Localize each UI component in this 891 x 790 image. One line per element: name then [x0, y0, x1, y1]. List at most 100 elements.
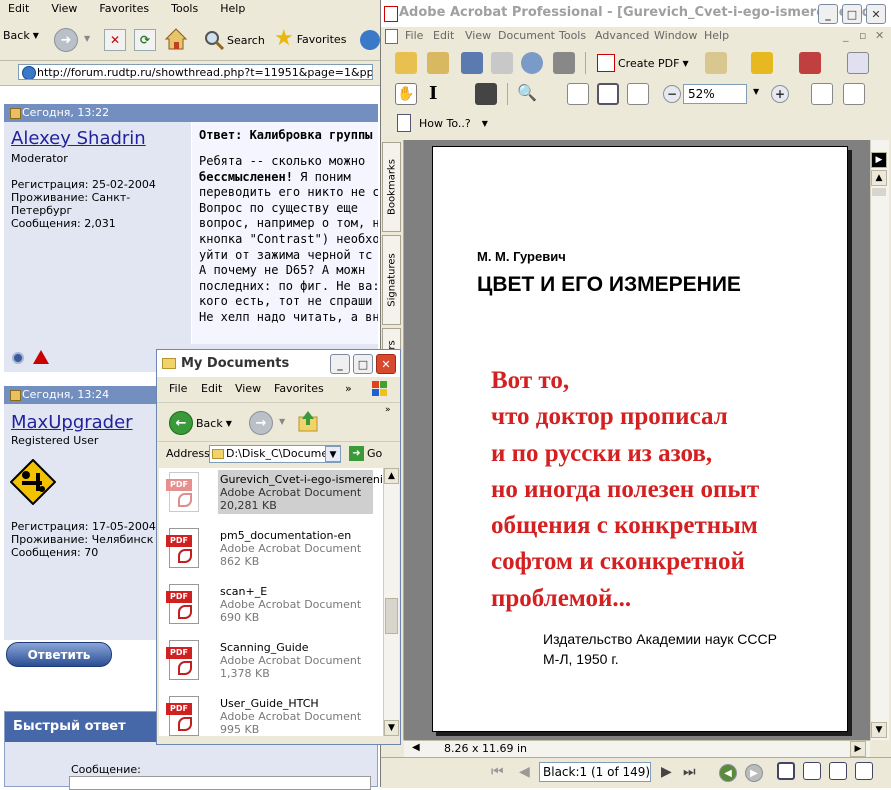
file-list-scrollbar[interactable]: ▲ ▼: [383, 468, 399, 736]
scroll-down-arrow-icon[interactable]: ▼: [384, 720, 399, 736]
back-button[interactable]: ← Back ▼: [169, 411, 232, 435]
message-input[interactable]: [69, 776, 371, 790]
scroll-thumb[interactable]: [385, 598, 398, 634]
home-icon[interactable]: [164, 27, 188, 51]
address-dropdown-icon[interactable]: ▼: [325, 446, 341, 462]
username-link[interactable]: MaxUpgrader: [11, 412, 133, 433]
menu-window[interactable]: Window: [654, 27, 697, 42]
actual-size-icon[interactable]: [567, 83, 589, 105]
bookmarks-tab[interactable]: Bookmarks: [382, 142, 401, 232]
maximize-button[interactable]: □: [353, 354, 373, 374]
zoom-in-button-icon[interactable]: +: [771, 85, 789, 103]
open-folder-icon[interactable]: [395, 52, 417, 74]
menu-advanced[interactable]: Advanced: [595, 27, 649, 42]
forward-arrow-icon[interactable]: →: [249, 411, 273, 435]
previous-page-icon[interactable]: ◀: [519, 764, 530, 780]
menu-tools[interactable]: Tools: [559, 27, 586, 42]
create-pdf-button[interactable]: Create PDF ▼: [597, 54, 689, 72]
print-icon[interactable]: [491, 52, 513, 74]
reply-button[interactable]: Ответить: [6, 642, 112, 667]
save-icon[interactable]: [461, 52, 483, 74]
scroll-right-arrow-icon[interactable]: ▶: [871, 152, 887, 168]
back-button[interactable]: Back ▼: [3, 29, 39, 42]
how-to-button[interactable]: How To..? ▼: [419, 117, 488, 130]
next-page-icon[interactable]: ▶: [661, 764, 672, 780]
first-page-icon[interactable]: ⏮: [491, 764, 504, 780]
maximize-button[interactable]: □: [842, 4, 862, 24]
refresh-icon[interactable]: ⟳: [134, 29, 156, 51]
menu-edit[interactable]: Edit: [201, 378, 222, 395]
menu-file[interactable]: File: [169, 378, 187, 395]
review-icon[interactable]: [705, 52, 727, 74]
binoculars-icon[interactable]: [553, 52, 575, 74]
mdi-restore-icon[interactable]: ▫: [859, 29, 866, 42]
zoom-input[interactable]: 52%: [683, 84, 747, 104]
scroll-down-arrow-icon[interactable]: ▼: [871, 722, 887, 738]
minimize-button[interactable]: _: [818, 4, 838, 24]
menu-view[interactable]: View: [465, 27, 491, 42]
dropdown-arrow-icon[interactable]: ▼: [753, 87, 759, 96]
organizer-icon[interactable]: [427, 52, 449, 74]
search-button[interactable]: Search: [204, 30, 265, 50]
minimize-button[interactable]: _: [330, 354, 350, 374]
continuous-icon[interactable]: [803, 762, 821, 780]
email-icon[interactable]: [521, 52, 543, 74]
page-number-input[interactable]: Black:1 (1 of 149): [539, 762, 651, 782]
favorites-button[interactable]: ★ Favorites: [274, 28, 346, 50]
previous-view-icon[interactable]: ◀: [719, 764, 737, 782]
select-object-icon[interactable]: [847, 52, 869, 74]
rotate-left-icon[interactable]: [811, 83, 833, 105]
last-page-icon[interactable]: ⏭: [683, 764, 696, 780]
dropdown-arrow-icon[interactable]: ▼: [84, 34, 90, 43]
scroll-thumb[interactable]: [872, 188, 886, 196]
facing-icon[interactable]: [829, 762, 847, 780]
next-view-icon[interactable]: ▶: [745, 764, 763, 782]
stop-icon[interactable]: ✕: [104, 29, 126, 51]
chevron-more-icon[interactable]: »: [345, 378, 352, 395]
hand-tool-icon[interactable]: ✋: [395, 83, 417, 105]
mdi-minimize-icon[interactable]: _: [843, 29, 849, 42]
file-item[interactable]: PDF User_Guide_HTCH Adobe Acrobat Docume…: [163, 694, 383, 736]
chevron-more-icon[interactable]: »: [385, 405, 391, 415]
close-button[interactable]: ✕: [866, 4, 886, 24]
menu-edit[interactable]: Edit: [0, 0, 29, 15]
menu-favorites[interactable]: Favorites: [91, 0, 149, 15]
menu-document[interactable]: Document: [498, 27, 555, 42]
signatures-tab[interactable]: Signatures: [382, 235, 401, 325]
menu-view[interactable]: View: [235, 378, 261, 395]
report-icon[interactable]: [33, 350, 49, 364]
menu-view[interactable]: View: [43, 0, 77, 15]
document-view[interactable]: М. М. Гуревич ЦВЕТ И ЕГО ИЗМЕРЕНИЕ Вот т…: [404, 140, 870, 740]
username-link[interactable]: Alexey Shadrin: [11, 128, 146, 149]
rotate-right-icon[interactable]: [843, 83, 865, 105]
address-input[interactable]: http://forum.rudtp.ru/showthread.php?t=1…: [18, 64, 373, 80]
media-icon[interactable]: [360, 30, 380, 50]
scroll-right-arrow-icon[interactable]: ▶: [850, 741, 866, 757]
menu-tools[interactable]: Tools: [163, 0, 198, 15]
scroll-up-arrow-icon[interactable]: ▲: [384, 468, 399, 484]
folder-up-icon[interactable]: [297, 409, 319, 433]
file-item[interactable]: PDF Gurevich_Cvet-i-ego-ismerenie Adobe …: [163, 470, 383, 524]
scroll-up-arrow-icon[interactable]: ▲: [871, 170, 887, 186]
file-item[interactable]: PDF scan+_E Adobe Acrobat Document 690 K…: [163, 582, 383, 636]
lock-icon[interactable]: [751, 52, 773, 74]
file-item[interactable]: PDF pm5_documentation-en Adobe Acrobat D…: [163, 526, 383, 580]
menu-edit[interactable]: Edit: [433, 27, 454, 42]
menu-file[interactable]: File: [405, 27, 423, 42]
menu-help[interactable]: Help: [704, 27, 729, 42]
menu-help[interactable]: Help: [212, 0, 245, 15]
single-page-icon[interactable]: [777, 762, 795, 780]
dropdown-arrow-icon[interactable]: ▼: [279, 417, 285, 426]
go-button[interactable]: ➜ Go: [349, 446, 382, 461]
sign-pen-icon[interactable]: [799, 52, 821, 74]
document-vertical-scrollbar[interactable]: ▶ ▲ ▼: [870, 140, 889, 740]
snapshot-icon[interactable]: [475, 83, 497, 105]
menu-favorites[interactable]: Favorites: [274, 378, 324, 395]
text-select-icon[interactable]: I: [429, 83, 437, 104]
zoom-in-icon[interactable]: 🔍: [517, 83, 537, 102]
close-button[interactable]: ✕: [376, 354, 396, 374]
fit-width-icon[interactable]: [627, 83, 649, 105]
address-input[interactable]: D:\Disk_C\Docume: [209, 445, 341, 463]
continuous-facing-icon[interactable]: [855, 762, 873, 780]
file-item[interactable]: PDF Scanning_Guide Adobe Acrobat Documen…: [163, 638, 383, 692]
